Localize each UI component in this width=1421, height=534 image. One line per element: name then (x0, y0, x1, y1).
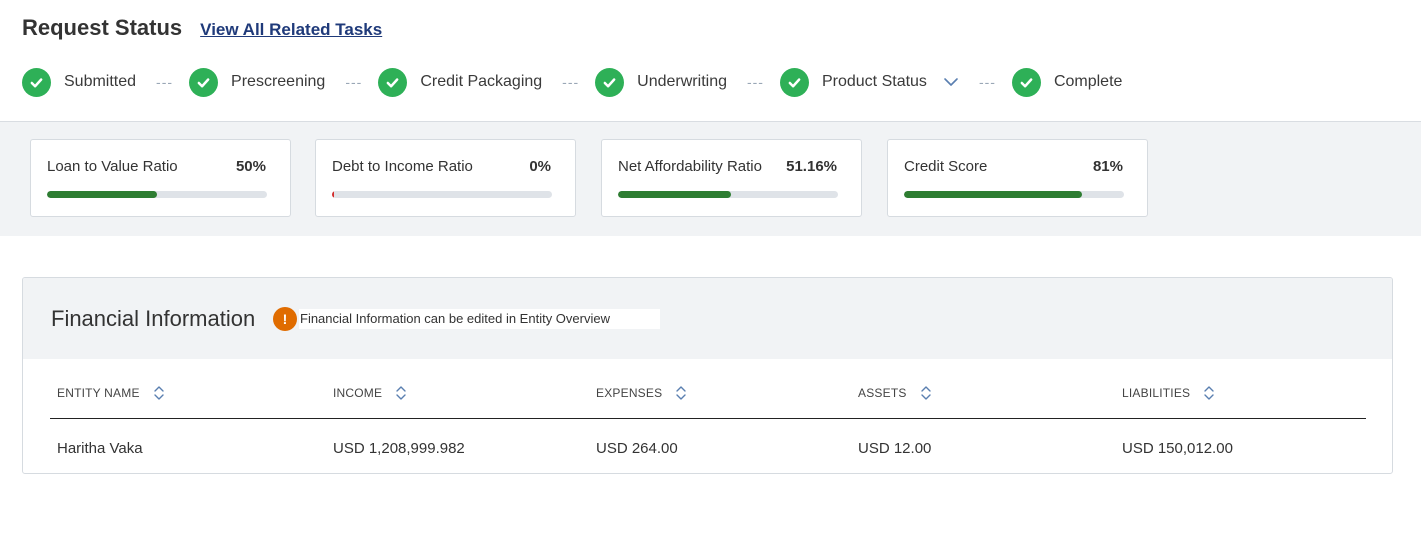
title-row: Request Status View All Related Tasks (22, 15, 382, 41)
metric-value: 81% (1092, 158, 1123, 175)
cell-liabilities: USD 150,012.00 (1122, 440, 1233, 457)
metric-header: Net Affordability Ratio 51.16% (618, 158, 837, 175)
metric-progress-track (332, 191, 552, 198)
step-complete[interactable]: Complete (1011, 67, 1123, 97)
step-separator: --- (345, 74, 363, 90)
column-header-label: EXPENSES (596, 386, 663, 400)
step-underwriting[interactable]: Underwriting (595, 67, 727, 97)
metric-header: Debt to Income Ratio 0% (332, 158, 551, 175)
column-header-assets[interactable]: ASSETS (858, 385, 932, 401)
table-header-divider (50, 418, 1366, 419)
check-circle-icon (378, 67, 408, 97)
page-title: Request Status (22, 15, 183, 40)
check-circle-icon (189, 67, 219, 97)
step-separator: --- (978, 74, 996, 90)
metric-value: 51.16% (786, 158, 837, 175)
metric-label: Debt to Income Ratio (332, 158, 473, 175)
financial-title: Financial Information (51, 306, 256, 331)
view-related-tasks-link[interactable]: View All Related Tasks (200, 20, 382, 40)
step-label: Complete (1053, 73, 1123, 90)
step-separator: --- (156, 74, 174, 90)
check-circle-icon (595, 67, 625, 97)
cell-expenses: USD 264.00 (596, 440, 678, 457)
sort-icon (396, 386, 406, 400)
column-header-label: ASSETS (858, 386, 907, 400)
step-label: Credit Packaging (420, 73, 543, 90)
metric-progress-track (904, 191, 1124, 198)
metrics-band: Loan to Value Ratio 50% Debt to Income R… (0, 122, 1421, 236)
cell-entity-name: Haritha Vaka (57, 440, 143, 457)
metric-header: Loan to Value Ratio 50% (47, 158, 266, 175)
metric-header: Credit Score 81% (904, 158, 1123, 175)
check-circle-icon (779, 67, 809, 97)
check-circle-icon (1011, 67, 1041, 97)
financial-edit-note: Financial Information can be edited in E… (299, 309, 660, 329)
cell-income: USD 1,208,999.982 (333, 440, 465, 457)
step-label: Prescreening (231, 73, 326, 90)
metric-progress-fill (904, 191, 1083, 198)
sort-icon (153, 386, 164, 400)
column-header-income[interactable]: INCOME (333, 385, 407, 401)
metric-card-credit-score: Credit Score 81% (887, 139, 1148, 217)
metric-card-debt-to-income: Debt to Income Ratio 0% (315, 139, 576, 217)
cell-assets: USD 12.00 (858, 440, 932, 457)
column-header-label: LIABILITIES (1122, 386, 1191, 400)
financial-information-panel: Financial Information ! Financial Inform… (22, 277, 1393, 474)
column-header-label: INCOME (333, 386, 383, 400)
step-credit-packaging[interactable]: Credit Packaging (378, 67, 543, 97)
step-label: Product Status (821, 73, 927, 90)
check-circle-icon (22, 67, 51, 97)
metric-value: 50% (235, 158, 266, 175)
status-stepper: Submitted --- Prescreening --- Credit Pa… (22, 67, 1122, 97)
metric-progress-fill (618, 191, 731, 198)
column-header-liabilities[interactable]: LIABILITIES (1122, 385, 1215, 401)
metric-value: 0% (529, 158, 551, 175)
step-label: Underwriting (637, 73, 727, 90)
sort-icon (676, 386, 686, 400)
step-prescreening[interactable]: Prescreening (189, 67, 326, 97)
step-submitted[interactable]: Submitted (22, 67, 137, 97)
metric-progress-track (47, 191, 267, 198)
metric-progress-fill (332, 191, 334, 198)
step-separator: --- (562, 74, 580, 90)
metric-label: Loan to Value Ratio (47, 158, 178, 175)
step-product-status[interactable]: Product Status (779, 67, 959, 97)
request-status-header: Request Status View All Related Tasks Su… (0, 0, 1421, 122)
column-header-entity-name[interactable]: ENTITY NAME (57, 385, 165, 401)
metric-label: Net Affordability Ratio (618, 158, 762, 175)
metric-progress-track (618, 191, 838, 198)
sort-icon (1204, 386, 1214, 400)
chevron-down-icon[interactable] (943, 74, 959, 90)
column-header-expenses[interactable]: EXPENSES (596, 385, 687, 401)
step-separator: --- (746, 74, 764, 90)
metric-label: Credit Score (904, 158, 988, 175)
metric-card-net-affordability: Net Affordability Ratio 51.16% (601, 139, 862, 217)
step-label: Submitted (64, 73, 137, 90)
column-header-label: ENTITY NAME (57, 386, 140, 400)
financial-panel-header: Financial Information ! Financial Inform… (23, 278, 1392, 359)
metric-progress-fill (47, 191, 157, 198)
sort-icon (920, 386, 931, 400)
exclamation-icon: ! (273, 307, 297, 331)
metric-card-loan-to-value: Loan to Value Ratio 50% (30, 139, 291, 217)
